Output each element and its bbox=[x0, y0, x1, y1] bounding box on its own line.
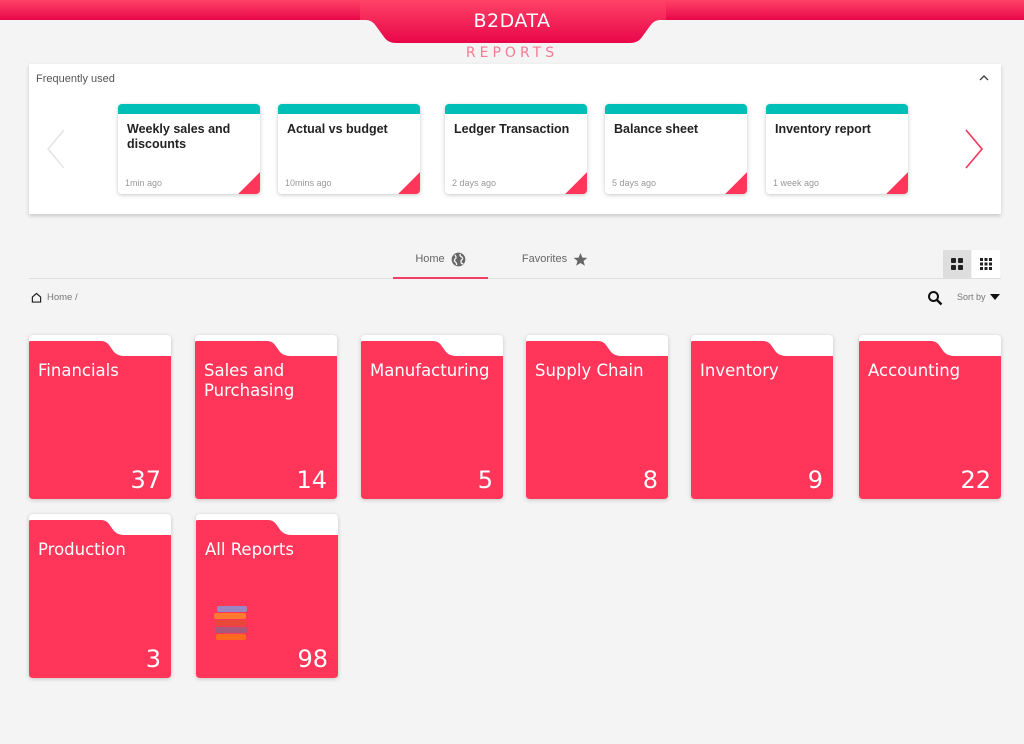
page-fold-icon bbox=[725, 172, 747, 194]
page-fold-icon bbox=[398, 172, 420, 194]
folder-tile[interactable]: Production 3 bbox=[29, 514, 171, 678]
folder-count: 3 bbox=[145, 645, 161, 673]
recent-report-card[interactable]: Ledger Transaction 2 days ago bbox=[445, 104, 587, 194]
small-grid-icon bbox=[980, 258, 992, 270]
page-subtitle: REPORTS bbox=[465, 45, 559, 61]
folder-tile[interactable]: Manufacturing 5 bbox=[361, 335, 503, 499]
folder-tile[interactable]: Supply Chain 8 bbox=[526, 335, 668, 499]
recent-report-time: 10mins ago bbox=[285, 178, 332, 188]
tab-favorites-label: Favorites bbox=[521, 253, 568, 265]
recent-report-title: Actual vs budget bbox=[287, 122, 388, 136]
recent-report-card[interactable]: Inventory report 1 week ago bbox=[766, 104, 908, 194]
folder-count: 37 bbox=[130, 466, 161, 494]
folder-name: Inventory bbox=[700, 361, 779, 380]
folder-name: Production bbox=[38, 540, 126, 559]
folder-name: Financials bbox=[38, 361, 119, 380]
card-band bbox=[766, 104, 908, 114]
folder-tile[interactable]: Inventory 9 bbox=[691, 335, 833, 499]
tabs-divider bbox=[29, 278, 1001, 279]
large-grid-icon bbox=[951, 258, 963, 270]
globe-icon bbox=[451, 252, 466, 267]
recent-report-time: 2 days ago bbox=[452, 178, 497, 188]
breadcrumb-home[interactable]: Home / bbox=[47, 292, 78, 303]
folder-tile[interactable]: All Reports 98 bbox=[196, 514, 338, 678]
recent-report-time: 1min ago bbox=[125, 178, 163, 188]
tab-home-label: Home bbox=[415, 253, 445, 265]
star-icon bbox=[573, 252, 588, 266]
chevron-up-icon[interactable] bbox=[979, 70, 989, 85]
recent-report-title: Inventory report bbox=[775, 122, 871, 136]
recent-report-card[interactable]: Balance sheet 5 days ago bbox=[605, 104, 747, 194]
page-fold-icon bbox=[565, 172, 587, 194]
recent-report-title: Ledger Transaction bbox=[454, 122, 570, 136]
grid-view-large-button[interactable] bbox=[943, 250, 971, 278]
recent-report-card[interactable]: Actual vs budget 10mins ago bbox=[278, 104, 420, 194]
brand-logo: B2DATA bbox=[473, 10, 551, 32]
card-band bbox=[118, 104, 260, 114]
folder-count: 9 bbox=[807, 466, 823, 494]
page-fold-icon bbox=[886, 172, 908, 194]
card-band bbox=[278, 104, 420, 114]
tab-favorites[interactable]: Favorites bbox=[505, 252, 605, 278]
breadcrumb: Home / bbox=[31, 292, 78, 303]
home-icon[interactable] bbox=[31, 292, 42, 303]
sort-by-dropdown[interactable]: Sort by bbox=[957, 292, 1000, 302]
folder-tile[interactable]: Financials 37 bbox=[29, 335, 171, 499]
caret-down-icon bbox=[989, 294, 1000, 300]
sort-by-label: Sort by bbox=[957, 292, 986, 302]
frequently-used-title: Frequently used bbox=[36, 73, 115, 85]
folder-count: 98 bbox=[297, 645, 328, 673]
carousel-next-button[interactable] bbox=[962, 128, 986, 170]
folder-count: 5 bbox=[477, 466, 493, 494]
card-band bbox=[445, 104, 587, 114]
folder-count: 22 bbox=[960, 466, 991, 494]
folder-tile[interactable]: Sales and Purchasing 14 bbox=[195, 335, 337, 499]
recent-report-time: 5 days ago bbox=[612, 178, 657, 188]
folder-name: Sales and Purchasing bbox=[204, 361, 295, 400]
recent-report-time: 1 week ago bbox=[773, 178, 820, 188]
folder-tile[interactable]: Accounting 22 bbox=[859, 335, 1001, 499]
folder-count: 14 bbox=[296, 466, 327, 494]
recent-report-card[interactable]: Weekly sales and discounts 1min ago bbox=[118, 104, 260, 194]
folder-count: 8 bbox=[642, 466, 658, 494]
books-icon bbox=[214, 606, 247, 640]
folder-name: Supply Chain bbox=[535, 361, 644, 380]
grid-view-small-button[interactable] bbox=[972, 250, 1000, 278]
carousel-prev-button[interactable] bbox=[44, 128, 68, 170]
chevron-left-icon bbox=[47, 129, 65, 169]
chevron-right-icon bbox=[965, 129, 984, 169]
frequently-used-panel: Frequently used Weekly sales and discoun… bbox=[29, 64, 1001, 214]
folder-name: All Reports bbox=[205, 540, 294, 559]
search-button[interactable] bbox=[927, 290, 945, 308]
folder-name: Manufacturing bbox=[370, 361, 490, 380]
folder-name: Accounting bbox=[868, 361, 961, 380]
search-icon bbox=[928, 291, 943, 306]
card-band bbox=[605, 104, 747, 114]
tab-home[interactable]: Home bbox=[393, 252, 488, 279]
recent-report-title: Weekly sales and discounts bbox=[127, 122, 231, 151]
recent-report-title: Balance sheet bbox=[614, 122, 699, 136]
page-fold-icon bbox=[238, 172, 260, 194]
